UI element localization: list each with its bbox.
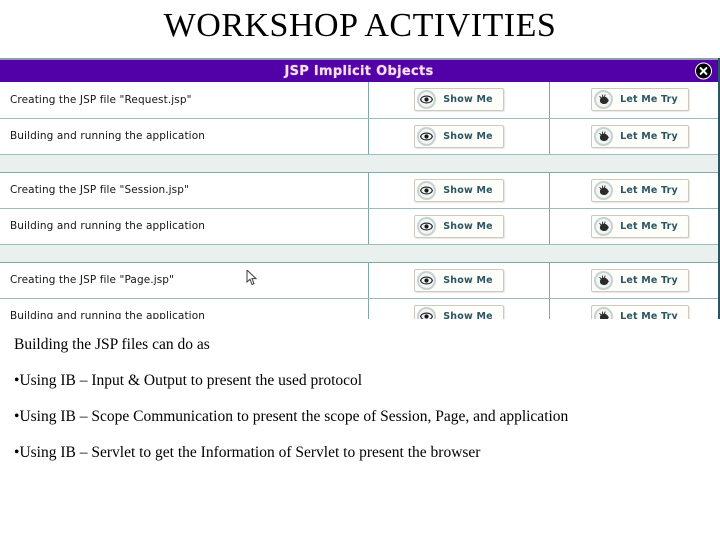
window-title: JSP Implicit Objects xyxy=(284,63,434,79)
row-try-cell: Let Me Try xyxy=(549,82,718,119)
body-bullet-2: •Using IB – Scope Communication to prese… xyxy=(14,407,706,427)
show-me-button-label: Show Me xyxy=(443,274,493,286)
table-group-separator-cell xyxy=(0,153,718,173)
close-icon[interactable] xyxy=(695,62,712,80)
row-description: Creating the JSP file "Page.jsp" xyxy=(10,274,175,286)
show-me-button-label: Show Me xyxy=(443,310,493,320)
eye-icon xyxy=(417,126,437,146)
row-description: Building and running the application xyxy=(10,130,205,142)
hand-pointer-icon xyxy=(594,270,614,290)
show-me-button-label: Show Me xyxy=(443,130,493,142)
row-description-cell: Building and running the application xyxy=(0,298,369,319)
body-bullet-1-text: Using IB – Input & Output to present the… xyxy=(19,372,363,389)
show-me-button[interactable]: Show Me xyxy=(414,88,504,112)
row-description-cell: Creating the JSP file "Request.jsp" xyxy=(0,82,369,119)
table-group-separator-cell xyxy=(0,243,718,263)
row-show-cell: Show Me xyxy=(368,208,550,245)
eye-icon xyxy=(417,90,437,110)
row-show-cell: Show Me xyxy=(368,262,550,299)
row-description-cell: Building and running the application xyxy=(0,118,369,155)
row-try-cell: Let Me Try xyxy=(549,208,718,245)
show-me-button[interactable]: Show Me xyxy=(414,268,504,292)
row-try-cell: Let Me Try xyxy=(549,172,718,209)
row-description-cell: Creating the JSP file "Page.jsp" xyxy=(0,262,369,299)
show-me-button-label: Show Me xyxy=(443,94,493,106)
table-group-separator xyxy=(0,153,718,173)
body-bullet-1: •Using IB – Input & Output to present th… xyxy=(14,371,706,391)
table-row: Creating the JSP file "Request.jsp" Show … xyxy=(0,82,718,119)
eye-icon xyxy=(417,216,437,236)
body-bullet-2-text: Using IB – Scope Communication to presen… xyxy=(19,408,569,425)
row-try-cell: Let Me Try xyxy=(549,298,718,320)
let-me-try-button[interactable]: Let Me Try xyxy=(591,88,689,112)
table-group-separator xyxy=(0,243,718,263)
let-me-try-button[interactable]: Let Me Try xyxy=(591,304,689,320)
body-bullet-3-text: Using IB – Servlet to get the Informatio… xyxy=(19,444,481,461)
show-me-button[interactable]: Show Me xyxy=(414,304,504,320)
hand-pointer-icon xyxy=(594,126,614,146)
let-me-try-button-label: Let Me Try xyxy=(620,94,678,106)
body-heading: Building the JSP files can do as xyxy=(14,336,210,353)
row-description-cell: Building and running the application xyxy=(0,208,369,245)
eye-icon xyxy=(417,180,437,200)
row-try-cell: Let Me Try xyxy=(549,262,718,299)
hand-pointer-icon xyxy=(594,90,614,110)
table-row: Building and running the application Show… xyxy=(0,208,718,245)
row-description-cell: Creating the JSP file "Session.jsp" xyxy=(0,172,369,209)
let-me-try-button-label: Let Me Try xyxy=(620,220,678,232)
let-me-try-button-label: Let Me Try xyxy=(620,130,678,142)
table-row: Building and running the application Show… xyxy=(0,118,718,155)
let-me-try-button[interactable]: Let Me Try xyxy=(591,214,689,238)
show-me-button-label: Show Me xyxy=(443,220,493,232)
row-description: Creating the JSP file "Request.jsp" xyxy=(10,93,192,106)
row-show-cell: Show Me xyxy=(368,118,550,155)
row-try-cell: Let Me Try xyxy=(549,118,718,155)
activities-table: Creating the JSP file "Request.jsp" Show … xyxy=(0,82,718,320)
let-me-try-button-label: Let Me Try xyxy=(620,310,678,320)
hand-pointer-icon xyxy=(594,306,614,319)
eye-icon xyxy=(417,306,437,319)
row-description: Building and running the application xyxy=(10,220,205,232)
row-show-cell: Show Me xyxy=(368,172,550,209)
window-titlebar: JSP Implicit Objects xyxy=(0,58,718,82)
table-row: Creating the JSP file "Session.jsp" Show … xyxy=(0,172,718,209)
show-me-button-label: Show Me xyxy=(443,184,493,196)
let-me-try-button-label: Let Me Try xyxy=(620,184,678,196)
table-row: Building and running the application Show… xyxy=(0,298,718,320)
show-me-button[interactable]: Show Me xyxy=(414,124,504,148)
eye-icon xyxy=(417,270,437,290)
let-me-try-button[interactable]: Let Me Try xyxy=(591,268,689,292)
body-bullet-3: •Using IB – Servlet to get the Informati… xyxy=(14,443,706,463)
let-me-try-button-label: Let Me Try xyxy=(620,274,678,286)
hand-pointer-icon xyxy=(594,216,614,236)
row-show-cell: Show Me xyxy=(368,298,550,320)
let-me-try-button[interactable]: Let Me Try xyxy=(591,124,689,148)
hand-pointer-icon xyxy=(594,180,614,200)
row-description: Creating the JSP file "Session.jsp" xyxy=(10,184,189,196)
show-me-button[interactable]: Show Me xyxy=(414,178,504,202)
table-row: Creating the JSP file "Page.jsp" Show Me L… xyxy=(0,262,718,299)
let-me-try-button[interactable]: Let Me Try xyxy=(591,178,689,202)
body-text-block: Building the JSP files can do as •Using … xyxy=(14,335,706,479)
row-show-cell: Show Me xyxy=(368,82,550,119)
jsp-activities-window: JSP Implicit Objects Creating the JSP fi… xyxy=(0,58,720,319)
page-title: WORKSHOP ACTIVITIES xyxy=(163,7,557,44)
row-description: Building and running the application xyxy=(10,310,205,319)
show-me-button[interactable]: Show Me xyxy=(414,214,504,238)
